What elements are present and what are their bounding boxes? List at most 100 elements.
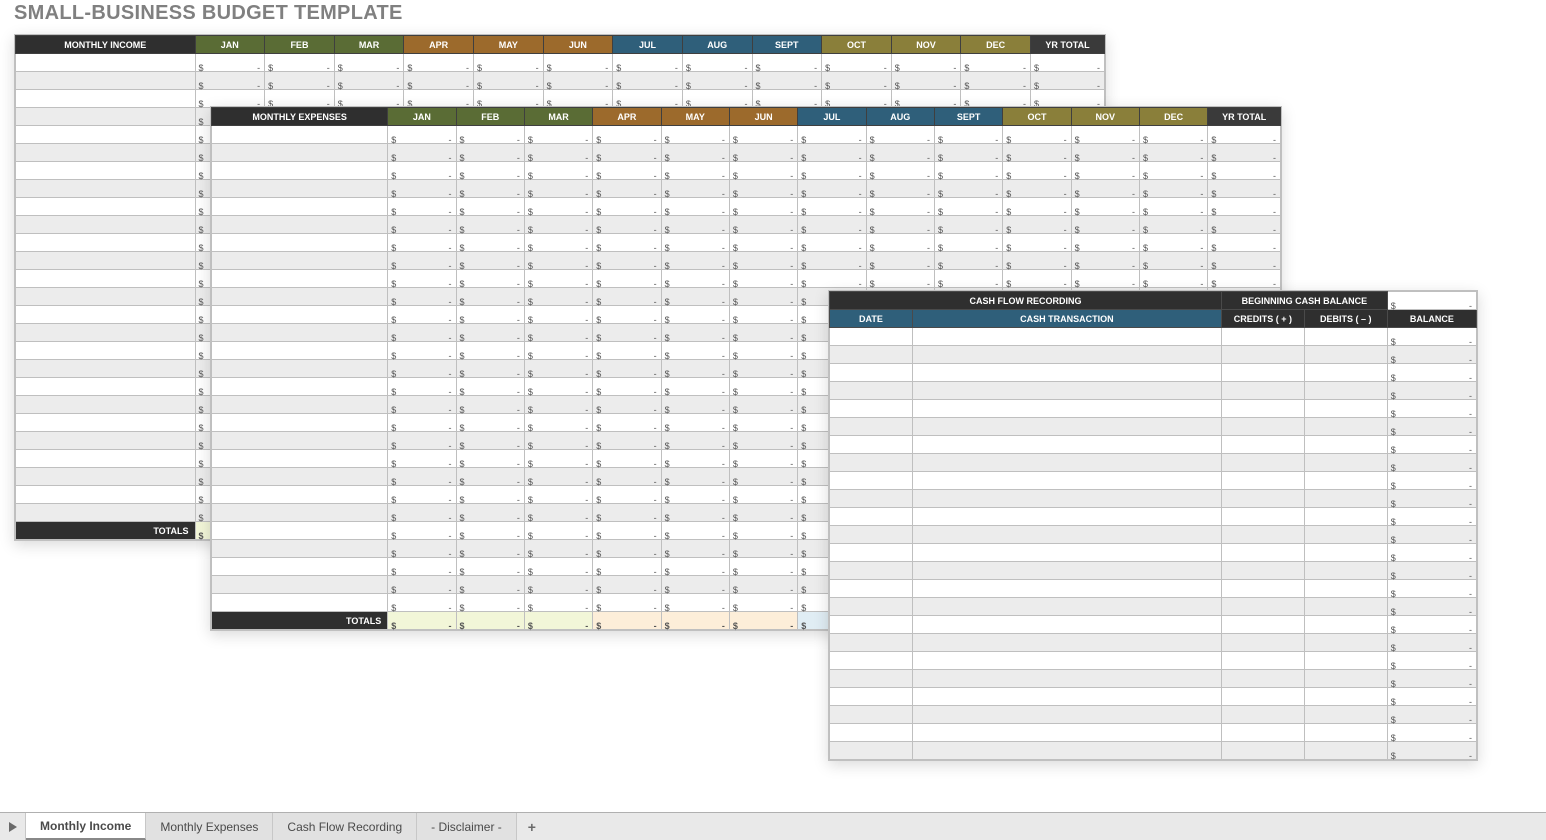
row-label-cell[interactable] — [16, 324, 196, 342]
value-cell[interactable] — [661, 342, 729, 360]
value-cell[interactable] — [798, 198, 866, 216]
value-cell[interactable] — [593, 594, 661, 612]
value-cell[interactable] — [265, 90, 335, 108]
value-cell[interactable] — [682, 90, 752, 108]
credit-cell[interactable] — [1221, 598, 1304, 616]
date-cell[interactable] — [830, 454, 913, 472]
value-cell[interactable] — [866, 216, 934, 234]
value-cell[interactable] — [524, 144, 592, 162]
credit-cell[interactable] — [1221, 634, 1304, 652]
debit-cell[interactable] — [1304, 454, 1387, 472]
value-cell[interactable] — [524, 540, 592, 558]
value-cell[interactable] — [388, 216, 456, 234]
value-cell[interactable] — [798, 234, 866, 252]
value-cell[interactable] — [729, 558, 797, 576]
balance-cell[interactable] — [1387, 544, 1476, 562]
value-cell[interactable] — [593, 432, 661, 450]
value-cell[interactable] — [613, 54, 683, 72]
add-sheet-button[interactable]: + — [517, 819, 547, 835]
value-cell[interactable] — [1071, 252, 1139, 270]
value-cell[interactable] — [729, 144, 797, 162]
value-cell[interactable] — [524, 126, 592, 144]
row-label-cell[interactable] — [16, 360, 196, 378]
debit-cell[interactable] — [1304, 634, 1387, 652]
value-cell[interactable] — [474, 72, 544, 90]
cashflow-row[interactable] — [830, 652, 1477, 670]
value-cell[interactable] — [524, 414, 592, 432]
transaction-cell[interactable] — [912, 598, 1221, 616]
value-cell[interactable] — [961, 54, 1031, 72]
debit-cell[interactable] — [1304, 580, 1387, 598]
value-cell[interactable] — [798, 252, 866, 270]
transaction-cell[interactable] — [912, 418, 1221, 436]
value-cell[interactable] — [524, 216, 592, 234]
value-cell[interactable] — [456, 234, 524, 252]
value-cell[interactable] — [388, 558, 456, 576]
tab-nav-arrow[interactable] — [0, 813, 26, 840]
value-cell[interactable] — [866, 234, 934, 252]
debit-cell[interactable] — [1304, 508, 1387, 526]
value-cell[interactable] — [593, 162, 661, 180]
value-cell[interactable] — [456, 540, 524, 558]
value-cell[interactable] — [593, 324, 661, 342]
value-cell[interactable] — [388, 576, 456, 594]
table-row[interactable] — [212, 234, 1281, 252]
value-cell[interactable] — [1071, 180, 1139, 198]
value-cell[interactable] — [524, 270, 592, 288]
value-cell[interactable] — [456, 324, 524, 342]
value-cell[interactable] — [543, 72, 613, 90]
row-label-cell[interactable] — [16, 144, 196, 162]
value-cell[interactable] — [388, 414, 456, 432]
transaction-cell[interactable] — [912, 382, 1221, 400]
transaction-cell[interactable] — [912, 472, 1221, 490]
date-cell[interactable] — [830, 544, 913, 562]
value-cell[interactable] — [524, 450, 592, 468]
row-label-cell[interactable] — [16, 396, 196, 414]
value-cell[interactable] — [456, 378, 524, 396]
cashflow-row[interactable] — [830, 688, 1477, 706]
cashflow-row[interactable] — [830, 580, 1477, 598]
row-label-cell[interactable] — [212, 234, 388, 252]
value-cell[interactable] — [866, 198, 934, 216]
credit-cell[interactable] — [1221, 418, 1304, 436]
value-cell[interactable] — [456, 558, 524, 576]
value-cell[interactable] — [593, 558, 661, 576]
date-cell[interactable] — [830, 670, 913, 688]
value-cell[interactable] — [798, 216, 866, 234]
transaction-cell[interactable] — [912, 400, 1221, 418]
sheet-tab[interactable]: Cash Flow Recording — [273, 813, 417, 840]
balance-cell[interactable] — [1387, 382, 1476, 400]
value-cell[interactable] — [661, 360, 729, 378]
value-cell[interactable] — [524, 180, 592, 198]
value-cell[interactable] — [1071, 198, 1139, 216]
value-cell[interactable] — [388, 594, 456, 612]
value-cell[interactable] — [593, 252, 661, 270]
value-cell[interactable] — [1071, 162, 1139, 180]
value-cell[interactable] — [613, 90, 683, 108]
transaction-cell[interactable] — [912, 346, 1221, 364]
value-cell[interactable] — [661, 216, 729, 234]
value-cell[interactable] — [456, 126, 524, 144]
debit-cell[interactable] — [1304, 382, 1387, 400]
value-cell[interactable] — [891, 54, 961, 72]
date-cell[interactable] — [830, 634, 913, 652]
beginning-balance-value[interactable] — [1387, 292, 1476, 310]
value-cell[interactable] — [524, 288, 592, 306]
value-cell[interactable] — [729, 324, 797, 342]
transaction-cell[interactable] — [912, 436, 1221, 454]
debit-cell[interactable] — [1304, 742, 1387, 760]
date-cell[interactable] — [830, 472, 913, 490]
value-cell[interactable] — [798, 162, 866, 180]
balance-cell[interactable] — [1387, 400, 1476, 418]
debit-cell[interactable] — [1304, 616, 1387, 634]
row-label-cell[interactable] — [16, 378, 196, 396]
value-cell[interactable] — [543, 54, 613, 72]
value-cell[interactable] — [661, 540, 729, 558]
value-cell[interactable] — [613, 72, 683, 90]
value-cell[interactable] — [1139, 198, 1207, 216]
credit-cell[interactable] — [1221, 688, 1304, 706]
date-cell[interactable] — [830, 562, 913, 580]
value-cell[interactable] — [543, 90, 613, 108]
credit-cell[interactable] — [1221, 580, 1304, 598]
value-cell[interactable] — [729, 126, 797, 144]
